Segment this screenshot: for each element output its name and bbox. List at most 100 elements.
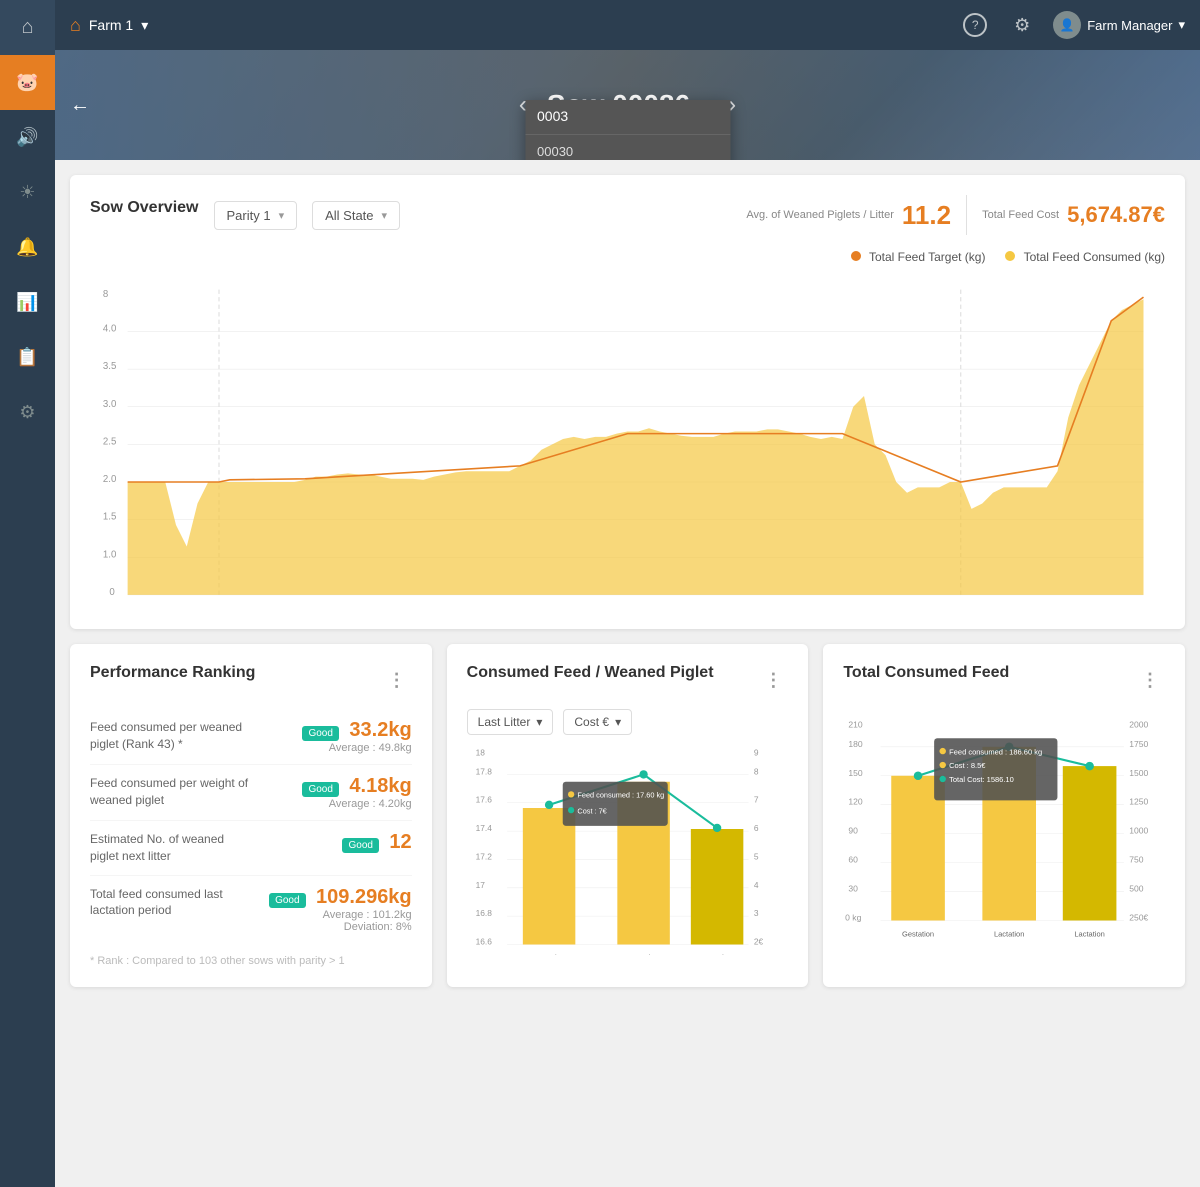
cost-filter[interactable]: Cost € ▾ bbox=[563, 709, 632, 735]
svg-text:8: 8 bbox=[753, 766, 758, 776]
svg-text:5: 5 bbox=[157, 603, 162, 604]
consumed-more-button[interactable]: ⋮ bbox=[758, 668, 788, 693]
sidebar-sun-icon[interactable]: ☀ bbox=[0, 165, 55, 220]
svg-text:55: 55 bbox=[518, 603, 528, 604]
perf-more-button[interactable]: ⋮ bbox=[382, 668, 412, 693]
sidebar-home-icon[interactable]: ⌂ bbox=[0, 0, 55, 55]
perf-item-value: 12 bbox=[389, 831, 411, 853]
piglets-stat-value: 11.2 bbox=[902, 200, 951, 231]
svg-text:3: 3 bbox=[753, 908, 758, 918]
sidebar: ⌂ 🐷 🔊 ☀ 🔔 📊 📋 ⚙ bbox=[0, 0, 55, 1187]
svg-text:17.6: 17.6 bbox=[475, 795, 492, 805]
sow-header: ← ‹ Sow 00086 ▾ › 0003 00030000310003200… bbox=[55, 50, 1200, 160]
svg-text:17: 17 bbox=[475, 880, 485, 890]
chart-legend: Total Feed Target (kg) Total Feed Consum… bbox=[90, 250, 1165, 264]
consumed-feed-area bbox=[128, 299, 1144, 595]
litter-filter[interactable]: Last Litter ▾ bbox=[467, 709, 554, 735]
bottom-cards-grid: Performance Ranking ⋮ Feed consumed per … bbox=[70, 644, 1185, 1002]
parity-filter[interactable]: Parity 1 ▾ bbox=[214, 201, 298, 230]
perf-title: Performance Ranking bbox=[90, 664, 255, 682]
svg-text:40: 40 bbox=[439, 603, 449, 604]
total-tooltip-feed-dot bbox=[940, 748, 946, 754]
dropdown-search-input[interactable]: 0003 bbox=[537, 108, 718, 124]
sow-overview-card: Sow Overview Parity 1 ▾ All State ▾ Avg.… bbox=[70, 175, 1185, 629]
sidebar-chart-icon[interactable]: 📊 bbox=[0, 275, 55, 330]
total-chart: 0 kg 30 60 90 120 150 180 210 250€ 500 7… bbox=[843, 709, 1165, 944]
sidebar-settings2-icon[interactable]: ⚙ bbox=[0, 385, 55, 440]
legend-target-dot bbox=[851, 251, 861, 261]
sidebar-alert-icon[interactable]: 🔔 bbox=[0, 220, 55, 275]
state-filter[interactable]: All State ▾ bbox=[312, 201, 400, 230]
parity-caret: ▾ bbox=[279, 209, 285, 222]
svg-text:17.2: 17.2 bbox=[475, 851, 492, 861]
perf-header: Performance Ranking ⋮ bbox=[90, 664, 412, 697]
topbar-right: ? ⚙ 👤 Farm Manager ▾ bbox=[959, 9, 1185, 41]
svg-text:35: 35 bbox=[413, 603, 423, 604]
perf-item-value: 4.18kg bbox=[349, 775, 411, 797]
svg-text:1.0: 1.0 bbox=[103, 549, 116, 560]
perf-item-value-area: Good 12 bbox=[342, 831, 411, 854]
perf-item-value-row: Good 4.18kg bbox=[302, 775, 411, 798]
state-filter-label: All State bbox=[325, 208, 373, 223]
content-area: Sow Overview Parity 1 ▾ All State ▾ Avg.… bbox=[55, 160, 1200, 1187]
user-menu[interactable]: 👤 Farm Manager ▾ bbox=[1053, 11, 1185, 39]
sidebar-farm-icon[interactable]: 🐷 bbox=[0, 55, 55, 110]
help-button[interactable]: ? bbox=[959, 9, 991, 41]
legend-target: Total Feed Target (kg) bbox=[851, 250, 986, 264]
svg-text:2.0: 2.0 bbox=[103, 474, 116, 485]
svg-text:7: 7 bbox=[753, 795, 758, 805]
perf-item-value-row: Good 109.296kg bbox=[269, 886, 412, 909]
sidebar-report-icon[interactable]: 📋 bbox=[0, 330, 55, 385]
legend-consumed-label: Total Feed Consumed (kg) bbox=[1024, 250, 1165, 264]
svg-text:85: 85 bbox=[678, 603, 688, 604]
cost-point-3 bbox=[713, 824, 721, 832]
perf-item: Estimated No. of weaned piglet next litt… bbox=[90, 821, 412, 876]
help-icon: ? bbox=[963, 13, 987, 37]
svg-text:115: 115 bbox=[835, 603, 849, 604]
svg-text:2000: 2000 bbox=[1130, 720, 1149, 730]
svg-text:0 kg: 0 kg bbox=[845, 912, 861, 922]
svg-text:90: 90 bbox=[849, 826, 859, 836]
consumed-feed-card: Consumed Feed / Weaned Piglet ⋮ Last Lit… bbox=[447, 644, 809, 987]
svg-text:0: 0 bbox=[966, 603, 971, 604]
legend-consumed: Total Feed Consumed (kg) bbox=[1005, 250, 1165, 264]
svg-text:17.4: 17.4 bbox=[475, 823, 492, 833]
svg-text:15: 15 bbox=[1090, 603, 1100, 604]
total-cost-pt1 bbox=[914, 771, 923, 780]
farm-selector[interactable]: ⌂ Farm 1 ▾ bbox=[70, 15, 148, 36]
svg-text:25: 25 bbox=[362, 603, 372, 604]
perf-item-label: Feed consumed per weaned piglet (Rank 43… bbox=[90, 719, 250, 753]
state-caret: ▾ bbox=[382, 209, 388, 222]
total-title: Total Consumed Feed bbox=[843, 664, 1009, 682]
settings-button[interactable]: ⚙ bbox=[1006, 9, 1038, 41]
consumed-filters: Last Litter ▾ Cost € ▾ bbox=[467, 709, 789, 735]
svg-text:Feed consumed : 186.60 kg: Feed consumed : 186.60 kg bbox=[949, 747, 1042, 756]
feed-cost-label: Total Feed Cost bbox=[982, 209, 1059, 221]
svg-text:9: 9 bbox=[753, 748, 758, 758]
consumed-chart-svg: 16.6 16.8 17 17.2 17.4 17.6 17.8 18 2€ 3… bbox=[467, 745, 789, 955]
total-more-button[interactable]: ⋮ bbox=[1135, 668, 1165, 693]
farm-caret: ▾ bbox=[141, 17, 148, 34]
svg-text:Feed 1: Feed 1 bbox=[998, 938, 1021, 939]
back-button[interactable]: ← bbox=[70, 94, 90, 117]
sidebar-sound-icon[interactable]: 🔊 bbox=[0, 110, 55, 165]
svg-text:3.5: 3.5 bbox=[103, 361, 116, 372]
perf-item-value: 33.2kg bbox=[349, 719, 411, 741]
perf-item-value-row: Good 33.2kg bbox=[302, 719, 411, 742]
svg-text:1000: 1000 bbox=[1130, 826, 1149, 836]
performance-ranking-card: Performance Ranking ⋮ Feed consumed per … bbox=[70, 644, 432, 987]
svg-text:2€: 2€ bbox=[753, 937, 763, 947]
perf-item-deviation: Deviation: 8% bbox=[269, 921, 412, 933]
dropdown-item[interactable]: 00030 bbox=[525, 135, 730, 160]
svg-text:70: 70 bbox=[598, 603, 608, 604]
perf-item-avg: Average : 4.20kg bbox=[302, 798, 411, 810]
svg-text:60: 60 bbox=[849, 855, 859, 865]
svg-text:75: 75 bbox=[625, 603, 635, 604]
svg-text:60: 60 bbox=[545, 603, 555, 604]
svg-text:4: 4 bbox=[753, 880, 758, 890]
cost-point-1 bbox=[545, 801, 553, 809]
tooltip-cost-dot bbox=[568, 807, 574, 813]
svg-text:Lactation: Lactation bbox=[628, 953, 658, 955]
svg-text:80: 80 bbox=[652, 603, 662, 604]
perf-item-value-area: Good 4.18kg Average : 4.20kg bbox=[302, 775, 411, 810]
